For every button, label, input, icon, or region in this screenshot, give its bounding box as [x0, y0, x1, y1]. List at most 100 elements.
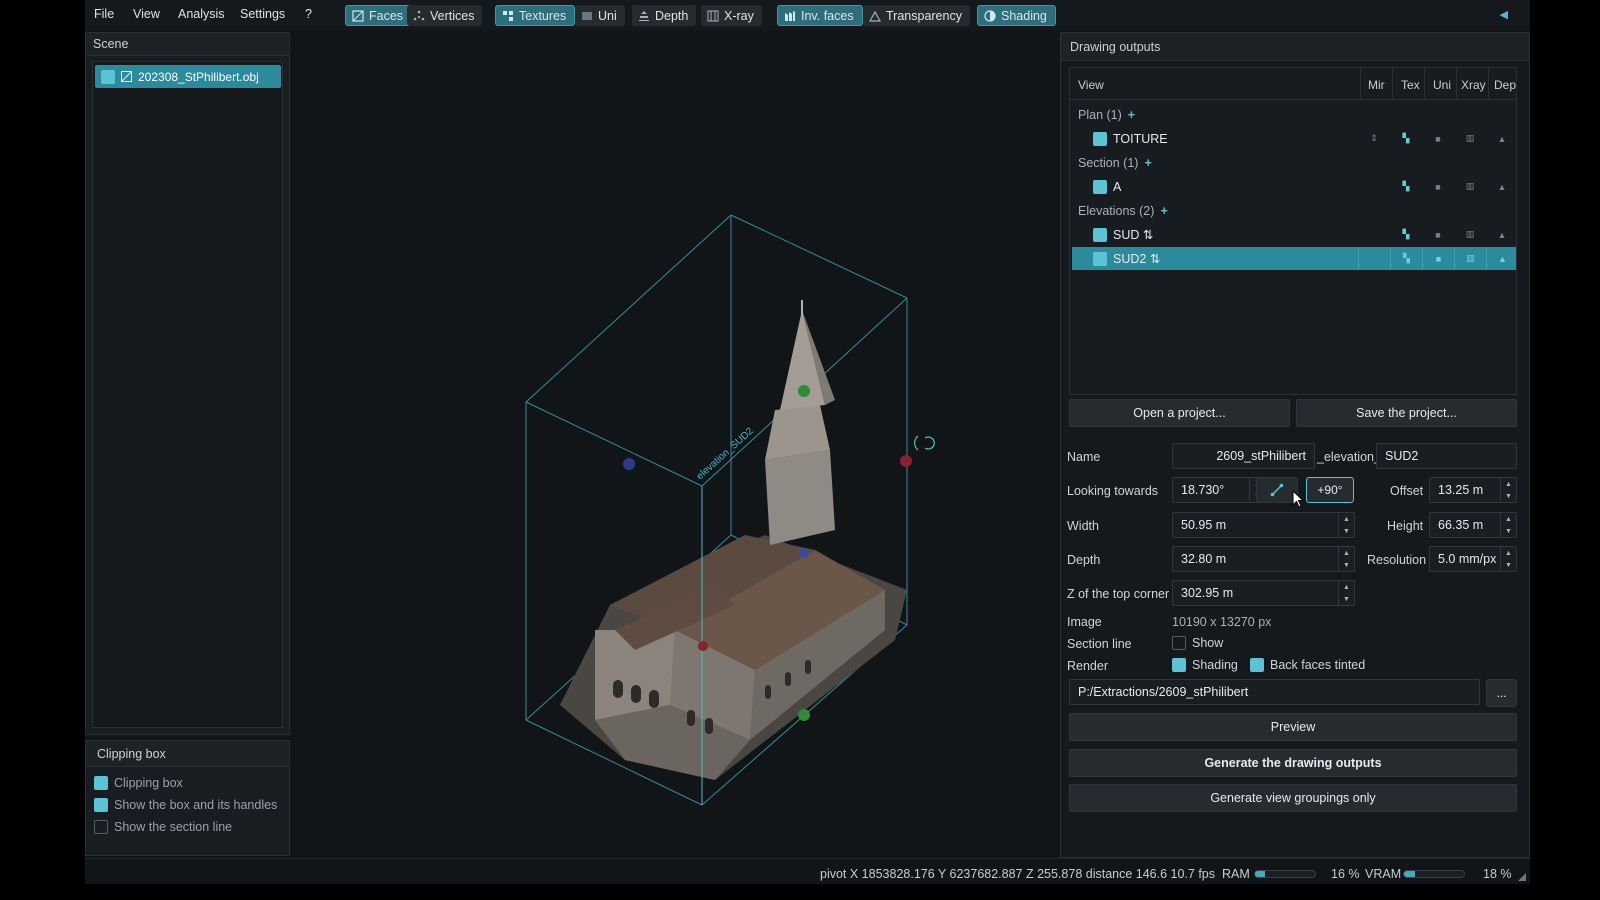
uni-icon[interactable]: ■	[1422, 175, 1454, 198]
render-shading-checkbox[interactable]	[1172, 658, 1186, 672]
depth-icon[interactable]: ▲	[1486, 247, 1518, 270]
generate-groupings-button[interactable]: Generate view groupings only	[1069, 784, 1517, 812]
section-line-checkbox[interactable]	[1172, 636, 1186, 650]
render-backfaces-option[interactable]: Back faces tinted	[1250, 658, 1365, 672]
shading-toggle[interactable]: Shading	[977, 5, 1056, 26]
view-row-sud[interactable]: SUD ⇅ ▚ ■ ▥ ▲	[1072, 223, 1516, 246]
menu-file[interactable]: File	[94, 7, 114, 21]
resize-grip-icon[interactable]	[1518, 873, 1526, 881]
mirror-icon[interactable]: ⇕	[1358, 127, 1390, 150]
section-line-show-option[interactable]: Show	[1172, 636, 1223, 650]
textures-toggle[interactable]: Textures	[495, 5, 576, 26]
output-path-field[interactable]: P:/Extractions/2609_stPhilibert	[1069, 679, 1480, 705]
view-checkbox[interactable]	[1093, 227, 1107, 242]
name-mid-label: _elevation_	[1317, 450, 1381, 464]
resolution-spinner[interactable]: ▲ ▼	[1500, 547, 1516, 571]
vram-label: VRAM	[1365, 867, 1402, 881]
3d-viewport[interactable]: elevation_SUD2	[295, 30, 1040, 858]
church-model	[560, 300, 907, 780]
collapse-panel-icon[interactable]: ◀	[1500, 8, 1508, 21]
preview-button[interactable]: Preview	[1069, 713, 1517, 741]
width-field[interactable]: 50.95 m ▲ ▼	[1172, 512, 1355, 538]
menu-help[interactable]: ?	[305, 7, 312, 21]
faces-toggle[interactable]: Faces	[345, 5, 413, 26]
menu-analysis[interactable]: Analysis	[178, 7, 225, 21]
depth-toggle[interactable]: Depth	[632, 5, 697, 26]
texture-icon[interactable]: ▚	[1390, 223, 1422, 246]
generate-outputs-button[interactable]: Generate the drawing outputs	[1069, 749, 1517, 777]
ztop-spinner[interactable]: ▲ ▼	[1338, 581, 1354, 605]
uni-icon[interactable]: ■	[1422, 247, 1454, 270]
save-project-button[interactable]: Save the project...	[1296, 399, 1517, 427]
scene-item-file[interactable]: 202308_StPhilibert.obj	[95, 65, 281, 88]
depth-label: Depth	[655, 8, 689, 23]
handle-green-top-icon	[798, 385, 810, 397]
clipping-box-option[interactable]: Clipping box	[94, 776, 183, 790]
looking-towards-field[interactable]: 18.730° ▲▼	[1172, 477, 1266, 503]
depth-field[interactable]: 32.80 m ▲ ▼	[1172, 546, 1355, 572]
add-elevation-button[interactable]: +	[1160, 204, 1167, 218]
xray-icon[interactable]: ▥	[1454, 127, 1486, 150]
looking-towards-label: Looking towards	[1067, 484, 1159, 498]
scene-item-checkbox[interactable]	[101, 69, 115, 84]
name-prefix-field[interactable]: 2609_stPhilibert	[1172, 443, 1315, 469]
depth-icon[interactable]: ▲	[1486, 175, 1518, 198]
depth-icon[interactable]: ▲	[1486, 127, 1518, 150]
texture-icon[interactable]: ▚	[1390, 127, 1422, 150]
offset-field[interactable]: 13.25 m ▲ ▼	[1429, 477, 1517, 503]
rotate-90-button[interactable]: +90°	[1306, 477, 1354, 503]
inv-faces-toggle[interactable]: Inv. faces	[777, 5, 863, 26]
col-mir: Mir	[1368, 78, 1385, 92]
menu-view[interactable]: View	[133, 7, 160, 21]
xray-icon[interactable]: ▥	[1454, 175, 1486, 198]
show-handles-option[interactable]: Show the box and its handles	[94, 798, 277, 812]
uni-icon[interactable]: ■	[1422, 127, 1454, 150]
show-section-option[interactable]: Show the section line	[94, 820, 232, 834]
offset-spinner[interactable]: ▲ ▼	[1500, 478, 1516, 502]
views-table: View Mir Tex Uni Xray Dep Plan (1) + TOIT…	[1069, 67, 1517, 395]
view-row-sud2[interactable]: SUD2 ⇅ ▚ ■ ▥ ▲	[1072, 247, 1516, 270]
texture-icon[interactable]: ▚	[1390, 247, 1422, 270]
ram-percent: 16 %	[1331, 867, 1360, 881]
xray-toggle[interactable]: X-ray	[701, 5, 762, 26]
show-section-label: Show the section line	[114, 820, 233, 834]
clipping-panel: Clipping box Clipping box Show the box a…	[85, 740, 290, 856]
height-field[interactable]: 66.35 m ▲ ▼	[1429, 512, 1517, 538]
height-spinner[interactable]: ▲ ▼	[1500, 513, 1516, 537]
depth-icon[interactable]: ▲	[1486, 223, 1518, 246]
ztop-field[interactable]: 302.95 m ▲ ▼	[1172, 580, 1355, 606]
xray-icon[interactable]: ▥	[1454, 223, 1486, 246]
show-section-checkbox[interactable]	[94, 820, 108, 834]
view-checkbox[interactable]	[1093, 131, 1107, 146]
handle-red-center-icon	[698, 641, 708, 651]
view-row-a[interactable]: A ▚ ■ ▥ ▲	[1072, 175, 1516, 198]
vram-meter	[1403, 870, 1465, 878]
menu-settings[interactable]: Settings	[240, 7, 285, 21]
open-project-button[interactable]: Open a project...	[1069, 399, 1290, 427]
clipping-box-checkbox[interactable]	[94, 776, 108, 790]
resolution-field[interactable]: 5.0 mm/px ▲ ▼	[1429, 546, 1517, 572]
handle-blue-center-icon	[799, 548, 809, 558]
view-checkbox[interactable]	[1093, 179, 1107, 194]
clipping-title: Clipping box	[86, 741, 289, 767]
depth-label: Depth	[1067, 553, 1101, 567]
uni-icon[interactable]: ■	[1422, 223, 1454, 246]
ram-meter-fill	[1255, 871, 1265, 877]
render-shading-option[interactable]: Shading	[1172, 658, 1238, 672]
view-checkbox[interactable]	[1093, 251, 1107, 266]
add-plan-button[interactable]: +	[1128, 108, 1135, 122]
vertices-toggle[interactable]: Vertices	[407, 5, 483, 26]
depth-spinner[interactable]: ▲ ▼	[1338, 547, 1354, 571]
name-suffix-field[interactable]: SUD2	[1376, 443, 1517, 469]
xray-label: X-ray	[724, 8, 754, 23]
xray-icon[interactable]: ▥	[1454, 247, 1486, 270]
width-spinner[interactable]: ▲ ▼	[1338, 513, 1354, 537]
uni-toggle[interactable]: Uni	[575, 5, 625, 26]
texture-icon[interactable]: ▚	[1390, 175, 1422, 198]
show-handles-checkbox[interactable]	[94, 798, 108, 812]
browse-button[interactable]: ...	[1486, 679, 1517, 707]
transparency-toggle[interactable]: Transparency	[863, 5, 970, 26]
add-section-button[interactable]: +	[1144, 156, 1151, 170]
view-row-toiture[interactable]: TOITURE ⇕ ▚ ■ ▥ ▲	[1072, 127, 1516, 150]
render-backfaces-checkbox[interactable]	[1250, 658, 1264, 672]
